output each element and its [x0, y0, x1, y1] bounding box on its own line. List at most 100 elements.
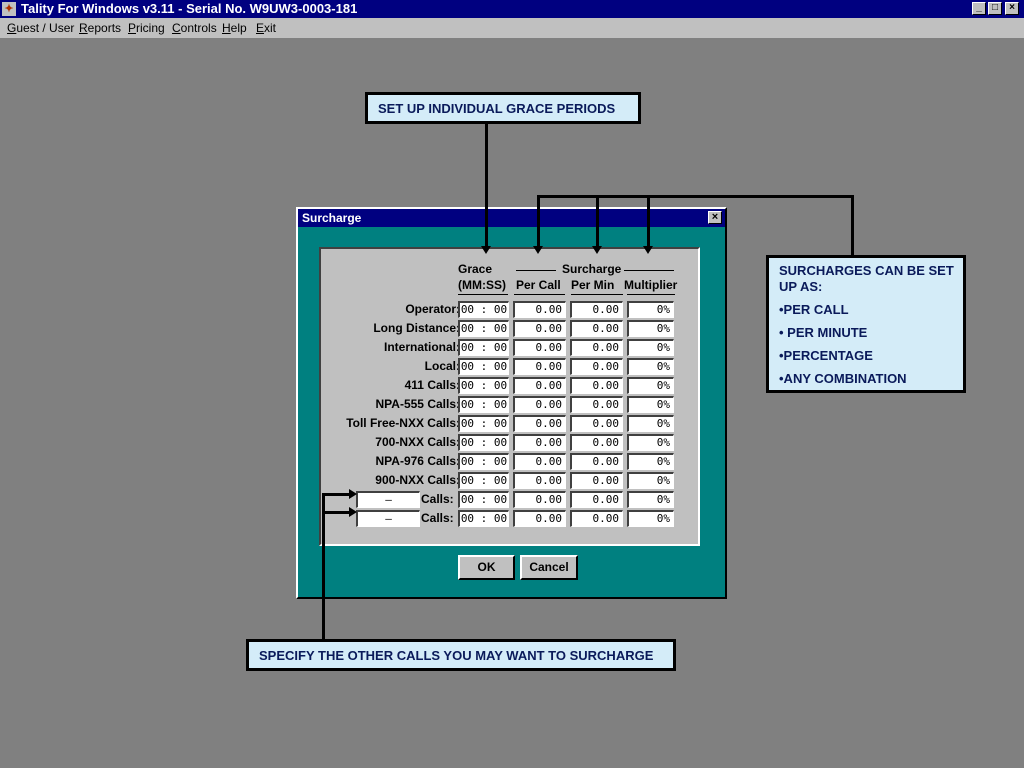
- custom-call-type-input[interactable]: –: [356, 491, 420, 508]
- multiplier-header: Multiplier: [624, 278, 678, 292]
- callout-other-calls: SPECIFY THE OTHER CALLS YOU MAY WANT TO …: [246, 639, 676, 671]
- row-label: Toll Free-NXX Calls:: [346, 416, 460, 430]
- multiplier-input[interactable]: 0%: [627, 339, 674, 356]
- cancel-button[interactable]: Cancel: [520, 555, 578, 580]
- per-min-pointer-line: [596, 195, 599, 247]
- per-min-input[interactable]: 0.00: [570, 434, 623, 451]
- grace-input[interactable]: 00 : 00: [458, 339, 509, 356]
- grace-pointer-line: [485, 121, 488, 247]
- per-min-input[interactable]: 0.00: [570, 453, 623, 470]
- grace-input[interactable]: 00 : 00: [458, 453, 509, 470]
- per-call-input[interactable]: 0.00: [513, 491, 566, 508]
- row-label: NPA-555 Calls:: [375, 397, 460, 411]
- app-titlebar: ✦ Tality For Windows v3.11 - Serial No. …: [0, 0, 1024, 18]
- multiplier-input[interactable]: 0%: [627, 377, 674, 394]
- per-min-input[interactable]: 0.00: [570, 339, 623, 356]
- multiplier-arrow-icon: [643, 246, 653, 254]
- per-call-input[interactable]: 0.00: [513, 415, 566, 432]
- multiplier-pointer-line: [647, 195, 650, 247]
- per-min-input[interactable]: 0.00: [570, 377, 623, 394]
- per-call-header: Per Call: [516, 278, 561, 292]
- per-min-input[interactable]: 0.00: [570, 396, 623, 413]
- surcharge-panel: Grace (MM:SS) Surcharge Per Call Per Min…: [319, 247, 700, 546]
- row-label: Local:: [424, 359, 460, 373]
- custom-row-label: Calls:: [421, 492, 454, 506]
- grace-input[interactable]: 00 : 00: [458, 434, 509, 451]
- callout-surcharge-title: SURCHARGES CAN BE SET UP AS:: [779, 263, 954, 294]
- multiplier-input[interactable]: 0%: [627, 453, 674, 470]
- multiplier-input[interactable]: 0%: [627, 301, 674, 318]
- row-label: Operator:: [405, 302, 460, 316]
- multiplier-input[interactable]: 0%: [627, 491, 674, 508]
- per-min-input[interactable]: 0.00: [570, 415, 623, 432]
- menu-controls[interactable]: Controls: [172, 21, 217, 35]
- per-min-input[interactable]: 0.00: [570, 320, 623, 337]
- per-min-input[interactable]: 0.00: [570, 472, 623, 489]
- per-call-input[interactable]: 0.00: [513, 453, 566, 470]
- ok-button[interactable]: OK: [458, 555, 515, 580]
- grace-input[interactable]: 00 : 00: [458, 510, 509, 527]
- per-call-input[interactable]: 0.00: [513, 510, 566, 527]
- callout-item-per-call: •PER CALL: [779, 302, 849, 317]
- row-label: NPA-976 Calls:: [375, 454, 460, 468]
- per-min-input[interactable]: 0.00: [570, 301, 623, 318]
- grace-input[interactable]: 00 : 00: [458, 415, 509, 432]
- grace-input[interactable]: 00 : 00: [458, 396, 509, 413]
- surcharge-header: Surcharge: [562, 262, 622, 276]
- row-label: 411 Calls:: [404, 378, 460, 392]
- grace-input[interactable]: 00 : 00: [458, 491, 509, 508]
- other-calls-arrow-top-icon: [349, 489, 357, 499]
- grace-input[interactable]: 00 : 00: [458, 472, 509, 489]
- dialog-titlebar: Surcharge ×: [298, 209, 725, 227]
- callout-item-percentage: •PERCENTAGE: [779, 348, 873, 363]
- menu-guest-user[interactable]: Guest / User: [7, 21, 74, 35]
- per-call-input[interactable]: 0.00: [513, 358, 566, 375]
- menu-exit[interactable]: Exit: [256, 21, 276, 35]
- maximize-button[interactable]: □: [988, 2, 1002, 15]
- surcharge-dialog: Surcharge × Grace (MM:SS) Surcharge Per …: [296, 207, 727, 599]
- callout-other-calls-text: SPECIFY THE OTHER CALLS YOU MAY WANT TO …: [259, 648, 654, 663]
- multiplier-input[interactable]: 0%: [627, 396, 674, 413]
- menu-reports[interactable]: Reports: [79, 21, 121, 35]
- per-min-input[interactable]: 0.00: [570, 491, 623, 508]
- grace-input[interactable]: 00 : 00: [458, 320, 509, 337]
- grace-header: Grace: [458, 262, 493, 276]
- multiplier-underline: [627, 294, 675, 295]
- multiplier-input[interactable]: 0%: [627, 472, 674, 489]
- row-label: 700-NXX Calls:: [375, 435, 460, 449]
- fox-logo-icon[interactable]: ✦: [2, 2, 16, 16]
- multiplier-input[interactable]: 0%: [627, 320, 674, 337]
- app-title: Tality For Windows v3.11 - Serial No. W9…: [21, 1, 358, 16]
- menu-pricing[interactable]: Pricing: [128, 21, 165, 35]
- per-min-input[interactable]: 0.00: [570, 510, 623, 527]
- grace-input[interactable]: 00 : 00: [458, 377, 509, 394]
- per-call-input[interactable]: 0.00: [513, 396, 566, 413]
- minimize-button[interactable]: _: [972, 2, 986, 15]
- grace-input[interactable]: 00 : 00: [458, 301, 509, 318]
- callout-grace-text: SET UP INDIVIDUAL GRACE PERIODS: [378, 101, 616, 116]
- per-call-input[interactable]: 0.00: [513, 377, 566, 394]
- dialog-close-button[interactable]: ×: [708, 211, 722, 224]
- per-call-input[interactable]: 0.00: [513, 339, 566, 356]
- per-min-arrow-icon: [592, 246, 602, 254]
- per-call-input[interactable]: 0.00: [513, 320, 566, 337]
- other-calls-pointer-bottom: [322, 511, 350, 514]
- per-min-header: Per Min: [571, 278, 615, 292]
- multiplier-input[interactable]: 0%: [627, 434, 674, 451]
- other-calls-arrow-bottom-icon: [349, 507, 357, 517]
- callout-item-per-minute: • PER MINUTE: [779, 325, 868, 340]
- close-button[interactable]: ×: [1005, 2, 1019, 15]
- per-call-input[interactable]: 0.00: [513, 434, 566, 451]
- multiplier-input[interactable]: 0%: [627, 415, 674, 432]
- custom-call-type-input[interactable]: –: [356, 510, 420, 527]
- per-call-arrow-icon: [533, 246, 543, 254]
- multiplier-input[interactable]: 0%: [627, 510, 674, 527]
- per-min-input[interactable]: 0.00: [570, 358, 623, 375]
- row-label: Long Distance:: [373, 321, 460, 335]
- multiplier-input[interactable]: 0%: [627, 358, 674, 375]
- per-call-input[interactable]: 0.00: [513, 301, 566, 318]
- grace-input[interactable]: 00 : 00: [458, 358, 509, 375]
- menu-help[interactable]: Help: [222, 21, 247, 35]
- surcharge-header-line-left: [516, 270, 556, 271]
- per-call-input[interactable]: 0.00: [513, 472, 566, 489]
